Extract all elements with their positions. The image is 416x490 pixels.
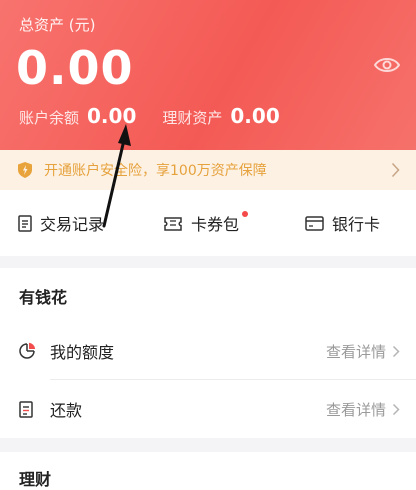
annotation-arrow-icon — [102, 124, 131, 228]
